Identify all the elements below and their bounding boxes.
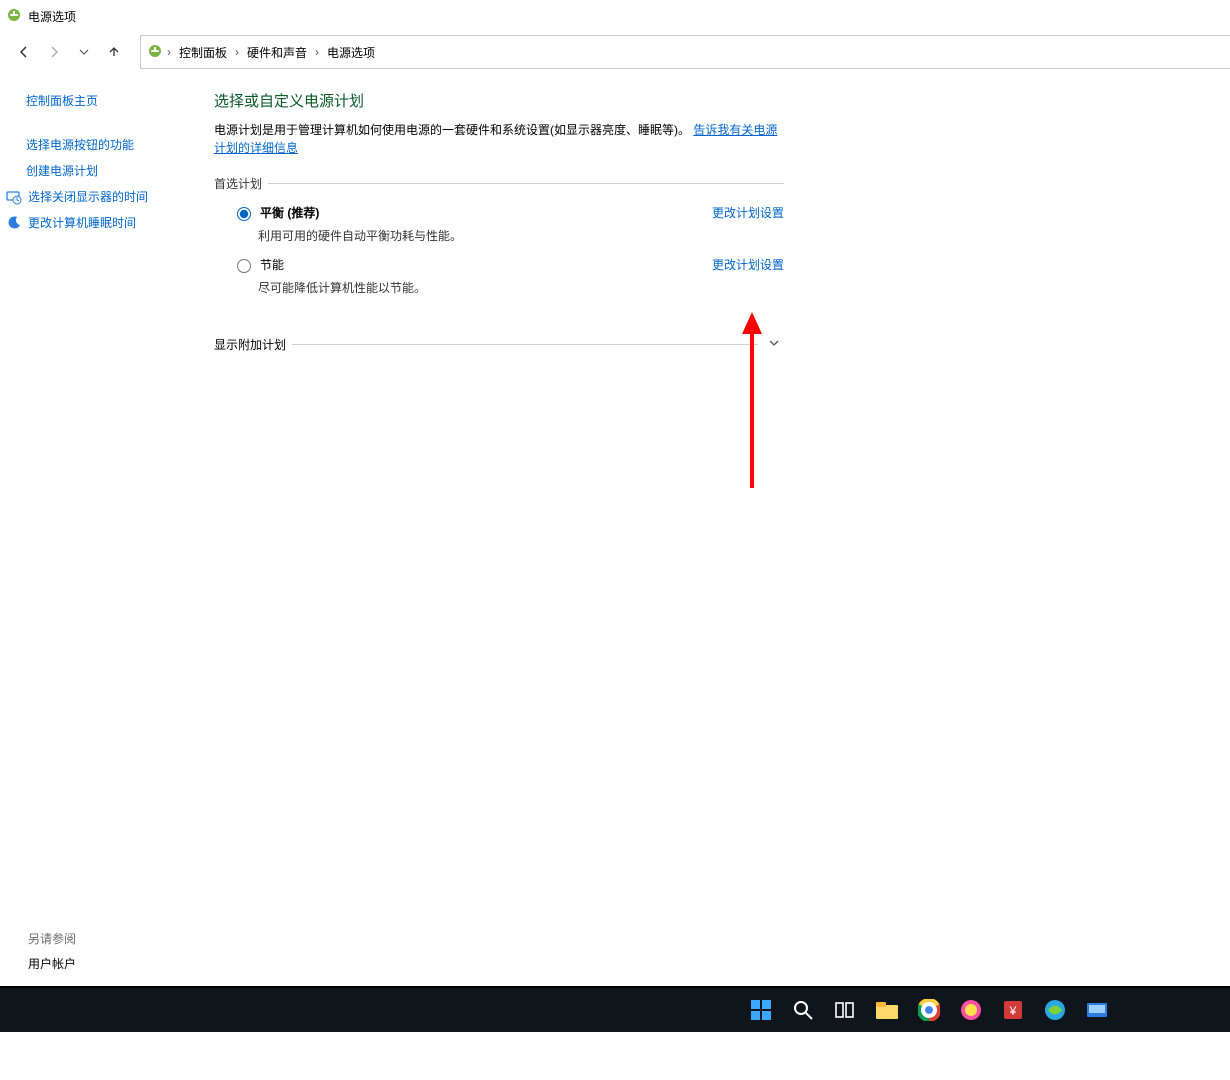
expander-label: 显示附加计划 xyxy=(214,336,286,353)
see-also-label: 另请参阅 xyxy=(28,930,76,947)
section-preferred-plans: 首选计划 xyxy=(214,175,784,192)
start-button[interactable] xyxy=(748,997,774,1023)
forward-button[interactable] xyxy=(42,40,66,64)
taskbar: ¥ xyxy=(0,988,1230,1032)
sidebar-home[interactable]: 控制面板主页 xyxy=(26,92,190,110)
power-options-icon xyxy=(147,43,163,62)
divider xyxy=(292,344,758,345)
address-bar[interactable]: › 控制面板 › 硬件和声音 › 电源选项 xyxy=(140,35,1230,69)
sidebar-create-plan[interactable]: 创建电源计划 xyxy=(26,162,190,180)
sidebar-choose-button-action[interactable]: 选择电源按钮的功能 xyxy=(26,136,190,154)
chrome-icon[interactable] xyxy=(916,997,942,1023)
plan-balanced-desc: 利用可用的硬件自动平衡功耗与性能。 xyxy=(258,227,784,244)
recent-locations-dropdown[interactable] xyxy=(72,40,96,64)
window-title: 电源选项 xyxy=(28,8,76,25)
app-icon-2[interactable]: ¥ xyxy=(1000,997,1026,1023)
section-label: 首选计划 xyxy=(214,175,262,192)
plan-power-saver-desc: 尽可能降低计算机性能以节能。 xyxy=(258,279,784,296)
task-view-icon[interactable] xyxy=(832,997,858,1023)
sidebar: 控制面板主页 选择电源按钮的功能 创建电源计划 选择关闭显示器的时间 更改计算机… xyxy=(0,76,200,1036)
sleep-icon xyxy=(6,215,22,231)
app-icon-4[interactable] xyxy=(1084,997,1110,1023)
display-off-icon xyxy=(6,189,22,205)
svg-text:¥: ¥ xyxy=(1009,1004,1017,1018)
plan-balanced-change-link[interactable]: 更改计划设置 xyxy=(712,204,784,221)
plan-balanced-label[interactable]: 平衡 (推荐) xyxy=(260,204,319,221)
up-button[interactable] xyxy=(102,40,126,64)
app-icon-3[interactable] xyxy=(1042,997,1068,1023)
sidebar-display-off-time[interactable]: 选择关闭显示器的时间 xyxy=(28,188,148,206)
search-icon[interactable] xyxy=(790,997,816,1023)
plan-power-saver: 节能 更改计划设置 尽可能降低计算机性能以节能。 xyxy=(232,256,784,296)
chevron-right-icon[interactable]: › xyxy=(315,45,319,59)
breadcrumb-control-panel[interactable]: 控制面板 xyxy=(175,42,231,63)
user-accounts-link[interactable]: 用户帐户 xyxy=(28,955,76,972)
power-options-icon xyxy=(6,7,22,26)
plan-power-saver-change-link[interactable]: 更改计划设置 xyxy=(712,256,784,273)
plan-balanced-radio[interactable] xyxy=(237,207,251,221)
plan-power-saver-label[interactable]: 节能 xyxy=(260,256,284,273)
content: 选择或自定义电源计划 电源计划是用于管理计算机如何使用电源的一套硬件和系统设置(… xyxy=(200,76,804,1036)
show-additional-plans[interactable]: 显示附加计划 xyxy=(214,336,784,353)
chevron-right-icon[interactable]: › xyxy=(167,45,171,59)
plan-power-saver-radio[interactable] xyxy=(237,259,251,273)
chevron-down-icon xyxy=(764,337,784,352)
breadcrumb-power-options[interactable]: 电源选项 xyxy=(323,42,379,63)
back-button[interactable] xyxy=(12,40,36,64)
title-bar: 电源选项 xyxy=(0,0,1230,28)
nav-bar: › 控制面板 › 硬件和声音 › 电源选项 xyxy=(0,28,1230,76)
divider xyxy=(268,183,784,184)
chevron-right-icon[interactable]: › xyxy=(235,45,239,59)
page-description: 电源计划是用于管理计算机如何使用电源的一套硬件和系统设置(如显示器亮度、睡眠等)… xyxy=(214,121,784,157)
see-also: 另请参阅 用户帐户 xyxy=(28,930,76,972)
breadcrumb-hardware-sound[interactable]: 硬件和声音 xyxy=(243,42,311,63)
plan-balanced: 平衡 (推荐) 更改计划设置 利用可用的硬件自动平衡功耗与性能。 xyxy=(232,204,784,244)
app-icon-1[interactable] xyxy=(958,997,984,1023)
file-explorer-icon[interactable] xyxy=(874,997,900,1023)
page-heading: 选择或自定义电源计划 xyxy=(214,90,784,111)
description-text: 电源计划是用于管理计算机如何使用电源的一套硬件和系统设置(如显示器亮度、睡眠等)… xyxy=(214,123,690,137)
sidebar-sleep-time[interactable]: 更改计算机睡眠时间 xyxy=(28,214,136,232)
